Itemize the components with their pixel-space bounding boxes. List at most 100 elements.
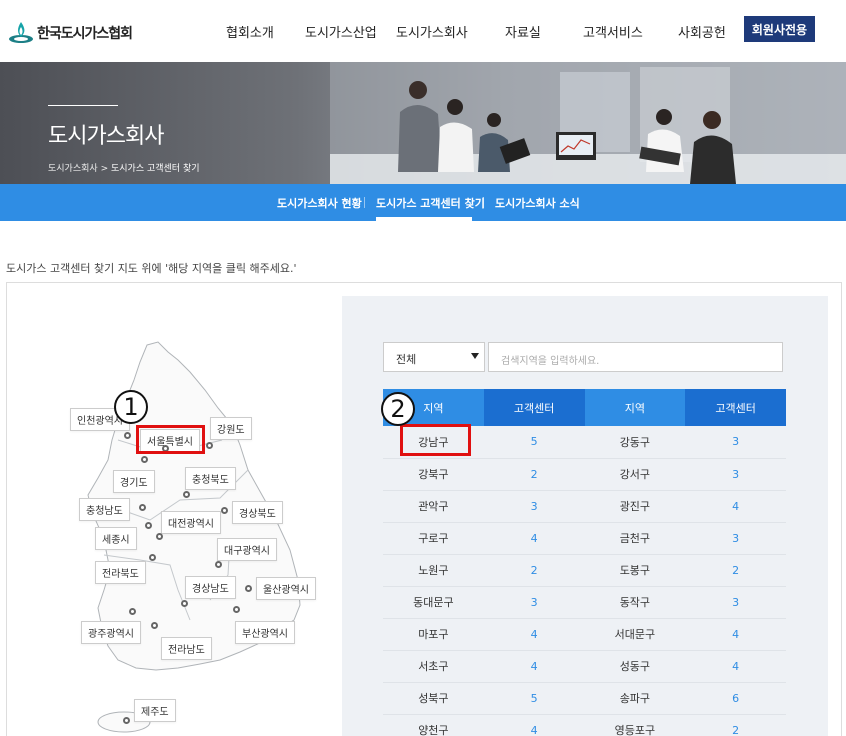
column-header-center: 고객센터	[483, 389, 585, 426]
nav-library[interactable]: 자료실	[505, 22, 541, 41]
center-count[interactable]: 4	[483, 522, 585, 555]
site-header: 한국도시가스협회 협회소개 도시가스산업 도시가스회사 자료실 고객서비스 사회…	[0, 0, 846, 62]
nav-customer-service[interactable]: 고객서비스	[583, 22, 643, 41]
center-count[interactable]: 4	[483, 714, 585, 736]
site-logo[interactable]: 한국도시가스협회	[8, 20, 133, 46]
map-pin-icon[interactable]	[181, 600, 188, 607]
map-pin-icon[interactable]	[129, 608, 136, 615]
district-name[interactable]: 서대문구	[584, 618, 686, 651]
region-daejeon[interactable]: 대전광역시	[161, 511, 221, 534]
step-2-marker: 2	[381, 392, 415, 426]
district-name[interactable]: 송파구	[584, 682, 686, 715]
map-pin-icon[interactable]	[215, 561, 222, 568]
region-jeonnam[interactable]: 전라남도	[161, 637, 212, 660]
sub-nav: 도시가스회사 현황 도시가스 고객센터 찾기 도시가스회사 소식	[0, 184, 846, 221]
center-count[interactable]: 4	[685, 490, 786, 523]
district-name[interactable]: 금천구	[584, 522, 686, 555]
region-gyeongnam[interactable]: 경상남도	[185, 576, 236, 599]
center-count[interactable]: 2	[685, 714, 786, 736]
district-name[interactable]: 광진구	[584, 490, 686, 523]
map-pin-icon[interactable]	[156, 533, 163, 540]
center-count[interactable]: 4	[483, 650, 585, 683]
district-name[interactable]: 관악구	[383, 490, 484, 523]
region-gwangju[interactable]: 광주광역시	[81, 621, 141, 644]
map-pin-icon[interactable]	[149, 554, 156, 561]
district-name[interactable]: 구로구	[383, 522, 484, 555]
map-pin-icon[interactable]	[206, 442, 213, 449]
table-row: 양천구 4 영등포구 2	[383, 714, 786, 736]
seoul-highlight-box	[136, 425, 205, 454]
center-count[interactable]: 2	[483, 458, 585, 491]
tab-find-customer-center[interactable]: 도시가스 고객센터 찾기	[376, 195, 485, 211]
map-pin-icon[interactable]	[141, 456, 148, 463]
region-gyeonggi[interactable]: 경기도	[113, 470, 155, 493]
breadcrumb-parent[interactable]: 도시가스회사	[48, 164, 98, 174]
region-sejong[interactable]: 세종시	[95, 527, 137, 550]
region-chungbuk[interactable]: 충청북도	[185, 467, 236, 490]
center-count[interactable]: 4	[685, 650, 786, 683]
center-count[interactable]: 4	[483, 618, 585, 651]
map-pin-icon[interactable]	[245, 585, 252, 592]
center-count[interactable]: 3	[685, 586, 786, 619]
search-input[interactable]: 검색지역을 입력하세요.	[488, 342, 783, 372]
tab-company-status[interactable]: 도시가스회사 현황	[277, 195, 362, 211]
district-name[interactable]: 동대문구	[383, 586, 484, 619]
center-count[interactable]: 3	[483, 586, 585, 619]
district-name[interactable]: 양천구	[383, 714, 484, 736]
district-name[interactable]: 강서구	[584, 458, 686, 491]
region-ulsan[interactable]: 울산광역시	[256, 577, 316, 600]
region-daegu[interactable]: 대구광역시	[217, 538, 277, 561]
column-header-region: 지역	[584, 389, 686, 426]
instruction-text: 도시가스 고객센터 찾기 지도 위에 '해당 지역을 클릭 해주세요.'	[6, 262, 297, 275]
center-count[interactable]: 6	[685, 682, 786, 715]
member-only-button[interactable]: 회원사전용	[744, 16, 815, 42]
center-count[interactable]: 5	[483, 426, 585, 459]
nav-social-contribution[interactable]: 사회공헌	[678, 22, 726, 41]
center-count[interactable]: 3	[685, 522, 786, 555]
center-count[interactable]: 4	[685, 618, 786, 651]
nav-city-gas-industry[interactable]: 도시가스산업	[305, 22, 377, 41]
column-header-center: 고객센터	[685, 389, 786, 426]
map-pin-icon[interactable]	[233, 606, 240, 613]
table-row: 강북구 2 강서구 3	[383, 458, 786, 491]
breadcrumb: 도시가스회사 > 도시가스 고객센터 찾기	[48, 161, 200, 174]
map-pin-icon[interactable]	[139, 504, 146, 511]
map-pin-icon[interactable]	[145, 522, 152, 529]
map-pin-icon[interactable]	[151, 622, 158, 629]
district-name[interactable]: 노원구	[383, 554, 484, 587]
map-pin-icon[interactable]	[124, 432, 131, 439]
district-name[interactable]: 마포구	[383, 618, 484, 651]
district-name[interactable]: 도봉구	[584, 554, 686, 587]
center-count[interactable]: 2	[685, 554, 786, 587]
subnav-divider	[364, 197, 365, 208]
region-jeonbuk[interactable]: 전라북도	[95, 561, 146, 584]
district-name[interactable]: 동작구	[584, 586, 686, 619]
region-chungnam[interactable]: 충청남도	[79, 498, 130, 521]
center-count[interactable]: 5	[483, 682, 585, 715]
region-jeju[interactable]: 제주도	[134, 699, 176, 722]
table-row: 동대문구 3 동작구 3	[383, 586, 786, 619]
district-name[interactable]: 서초구	[383, 650, 484, 683]
district-name[interactable]: 성북구	[383, 682, 484, 715]
region-select[interactable]: 전체	[383, 342, 485, 372]
district-name[interactable]: 성동구	[584, 650, 686, 683]
region-gangwon[interactable]: 강원도	[210, 417, 252, 440]
nav-about[interactable]: 협회소개	[226, 22, 274, 41]
map-pin-icon[interactable]	[221, 507, 228, 514]
region-busan[interactable]: 부산광역시	[235, 621, 295, 644]
hero-divider	[48, 105, 118, 106]
center-count[interactable]: 2	[483, 554, 585, 587]
center-count[interactable]: 3	[685, 426, 786, 459]
district-name[interactable]: 강동구	[584, 426, 686, 459]
tab-company-news[interactable]: 도시가스회사 소식	[495, 195, 580, 211]
region-gyeongbuk[interactable]: 경상북도	[232, 501, 283, 524]
district-name[interactable]: 영등포구	[584, 714, 686, 736]
map-pin-icon[interactable]	[123, 717, 130, 724]
nav-city-gas-company[interactable]: 도시가스회사	[396, 22, 468, 41]
district-name[interactable]: 강북구	[383, 458, 484, 491]
step-1-marker: 1	[114, 390, 148, 424]
table-row: 마포구 4 서대문구 4	[383, 618, 786, 651]
center-count[interactable]: 3	[483, 490, 585, 523]
center-count[interactable]: 3	[685, 458, 786, 491]
map-pin-icon[interactable]	[183, 491, 190, 498]
